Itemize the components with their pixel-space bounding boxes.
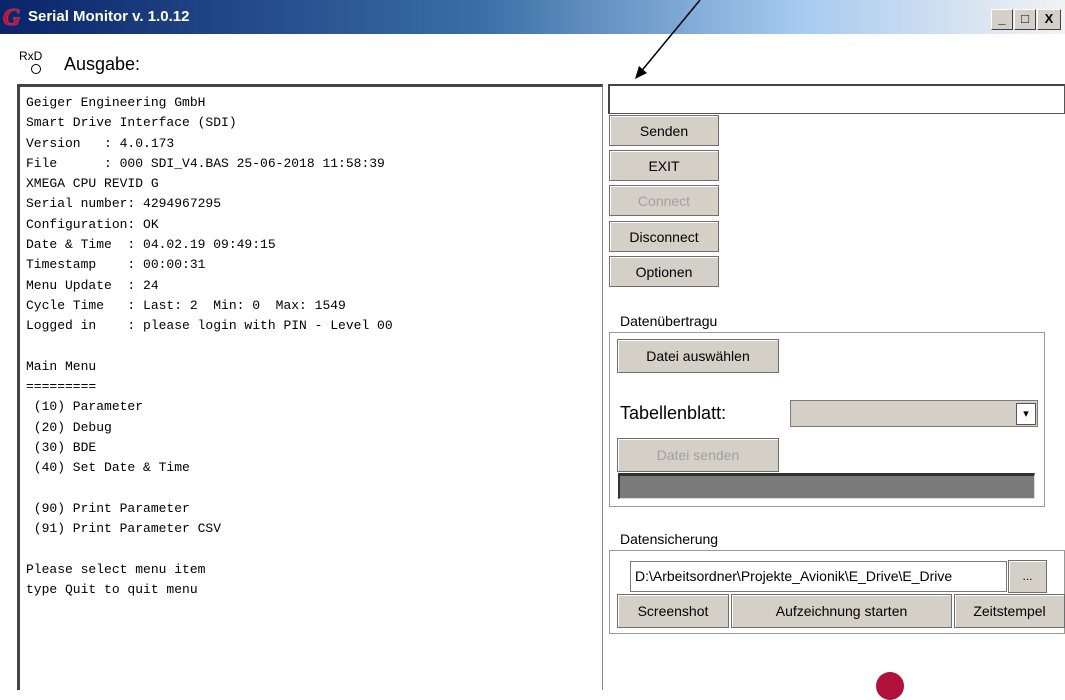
screenshot-button[interactable]: Screenshot [617,594,729,628]
minimize-button[interactable]: _ [991,9,1013,30]
close-button[interactable]: X [1037,9,1061,30]
output-console[interactable]: Geiger Engineering GmbH Smart Drive Inte… [17,84,603,690]
backup-path-input[interactable]: D:\Arbeitsordner\Projekte_Avionik\E_Driv… [630,561,1007,592]
rxd-led-icon [31,64,41,74]
partial-logo-icon [876,672,904,700]
optionen-button[interactable]: Optionen [609,256,719,287]
datenuebertragung-group-label: Datenübertragu [620,313,718,329]
disconnect-button[interactable]: Disconnect [609,221,719,252]
transfer-progress-bar [618,473,1035,499]
connect-button[interactable]: Connect [609,185,719,216]
datensicherung-group-label: Datensicherung [620,531,719,547]
output-label: Ausgabe: [64,54,141,74]
browse-button[interactable]: ... [1008,560,1047,593]
maximize-button[interactable]: □ [1014,9,1036,30]
send-input[interactable] [608,84,1065,114]
datei-auswaehlen-button[interactable]: Datei auswählen [617,339,779,373]
rxd-indicator-icon: RxD [19,50,53,80]
datei-senden-button[interactable]: Datei senden [617,438,779,472]
tabellenblatt-select[interactable]: ▾ [790,400,1038,427]
rxd-label: RxD [19,49,43,63]
timestamp-button[interactable]: Zeitstempel [954,594,1065,628]
tabellenblatt-label: Tabellenblatt: [620,403,727,423]
window-title: Serial Monitor v. 1.0.12 [28,8,190,25]
start-recording-button[interactable]: Aufzeichnung starten [731,594,952,628]
senden-button[interactable]: Senden [609,115,719,146]
app-logo-icon: G [3,5,21,31]
exit-button[interactable]: EXIT [609,150,719,181]
title-bar[interactable]: G Serial Monitor v. 1.0.12 _ □ X [0,0,1065,34]
dropdown-arrow-icon[interactable]: ▾ [1016,403,1036,425]
output-text: Geiger Engineering GmbH Smart Drive Inte… [26,95,393,598]
